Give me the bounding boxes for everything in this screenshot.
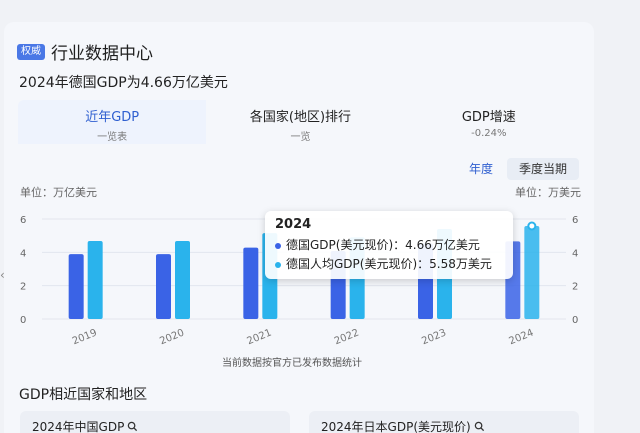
tooltip-row-per-capita: 德国人均GDP(美元现价)：5.58万美元 [275, 255, 503, 274]
search-icon [474, 421, 484, 431]
mini-card-china[interactable]: 2024年中国GDP [20, 411, 290, 433]
data-note: 当前数据按官方已发布数据统计 [222, 358, 362, 369]
authority-badge: 权威 [17, 43, 45, 60]
x-tick-label: 2020 [158, 328, 186, 348]
tab-sublabel: -0.24% [471, 128, 507, 139]
y-right-tick: 6 [572, 215, 578, 226]
y-right-tick: 0 [572, 315, 578, 326]
tooltip-row-gdp: 德国GDP(美元现价)：4.66万亿美元 [275, 236, 503, 255]
left-unit-label: 单位：万亿美元 [20, 186, 97, 199]
tooltip-year: 2024 [275, 217, 312, 232]
right-unit-label: 单位：万美元 [515, 186, 581, 199]
tab-label: 各国家(地区)排行 [249, 110, 352, 125]
per-capita-legend-dot [275, 261, 281, 268]
page-subtitle: 2024年德国GDP为4.66万亿美元 [19, 75, 228, 91]
y-left-tick: 6 [20, 215, 26, 226]
gdp-bar [243, 247, 259, 319]
x-tick-label: 2022 [333, 328, 361, 348]
tab-country-ranking[interactable]: 各国家(地区)排行 一览 [206, 100, 394, 144]
annual-toggle[interactable]: 年度 [458, 158, 504, 180]
per-capita-bar [87, 241, 103, 319]
header-title: 行业数据中心 [51, 44, 153, 64]
y-left-tick: 4 [20, 248, 26, 259]
tab-sublabel: 一览 [290, 132, 311, 143]
chart-tooltip: 2024 德国GDP(美元现价)：4.66万亿美元 德国人均GDP(美元现价)：… [265, 211, 513, 279]
y-right-tick: 2 [572, 282, 578, 293]
mini-card-japan[interactable]: 2024年日本GDP(美元现价) [309, 411, 579, 433]
gdp-bar [156, 254, 171, 319]
gdp-legend-dot [275, 242, 281, 249]
y-right-tick: 4 [572, 248, 578, 259]
y-left-tick: 2 [20, 282, 26, 293]
tab-gdp-growth[interactable]: GDP增速 -0.24% [395, 100, 583, 144]
x-tick-label: 2023 [420, 328, 448, 348]
header: 权威 行业数据中心 [17, 39, 153, 64]
tab-sublabel: 一览表 [97, 132, 128, 143]
search-icon [128, 421, 138, 431]
highlight-point [527, 221, 537, 231]
gdp-bar [68, 254, 84, 319]
tooltip-per-capita-text: 德国人均GDP(美元现价)：5.58万美元 [286, 257, 492, 271]
tab-label: 近年GDP [85, 110, 140, 125]
per-capita-bar [175, 241, 190, 319]
tab-bar: 近年GDP 一览表 各国家(地区)排行 一览 GDP增速 -0.24% [18, 100, 583, 144]
mini-card-label: 2024年日本GDP(美元现价) [321, 419, 471, 433]
tooltip-gdp-text: 德国GDP(美元现价)：4.66万亿美元 [286, 238, 480, 252]
quarterly-toggle[interactable]: 季度当期 [507, 158, 579, 180]
x-tick-label: 2024 [508, 328, 536, 348]
per-capita-bar [524, 226, 540, 319]
y-left-tick: 0 [20, 315, 26, 326]
tab-recent-gdp[interactable]: 近年GDP 一览表 [18, 100, 207, 144]
mini-card-label: 2024年中国GDP [32, 419, 125, 433]
x-tick-label: 2019 [71, 328, 99, 348]
tab-label: GDP增速 [461, 110, 516, 125]
section-title: GDP相近国家和地区 [19, 387, 148, 403]
x-tick-label: 2021 [246, 328, 274, 348]
